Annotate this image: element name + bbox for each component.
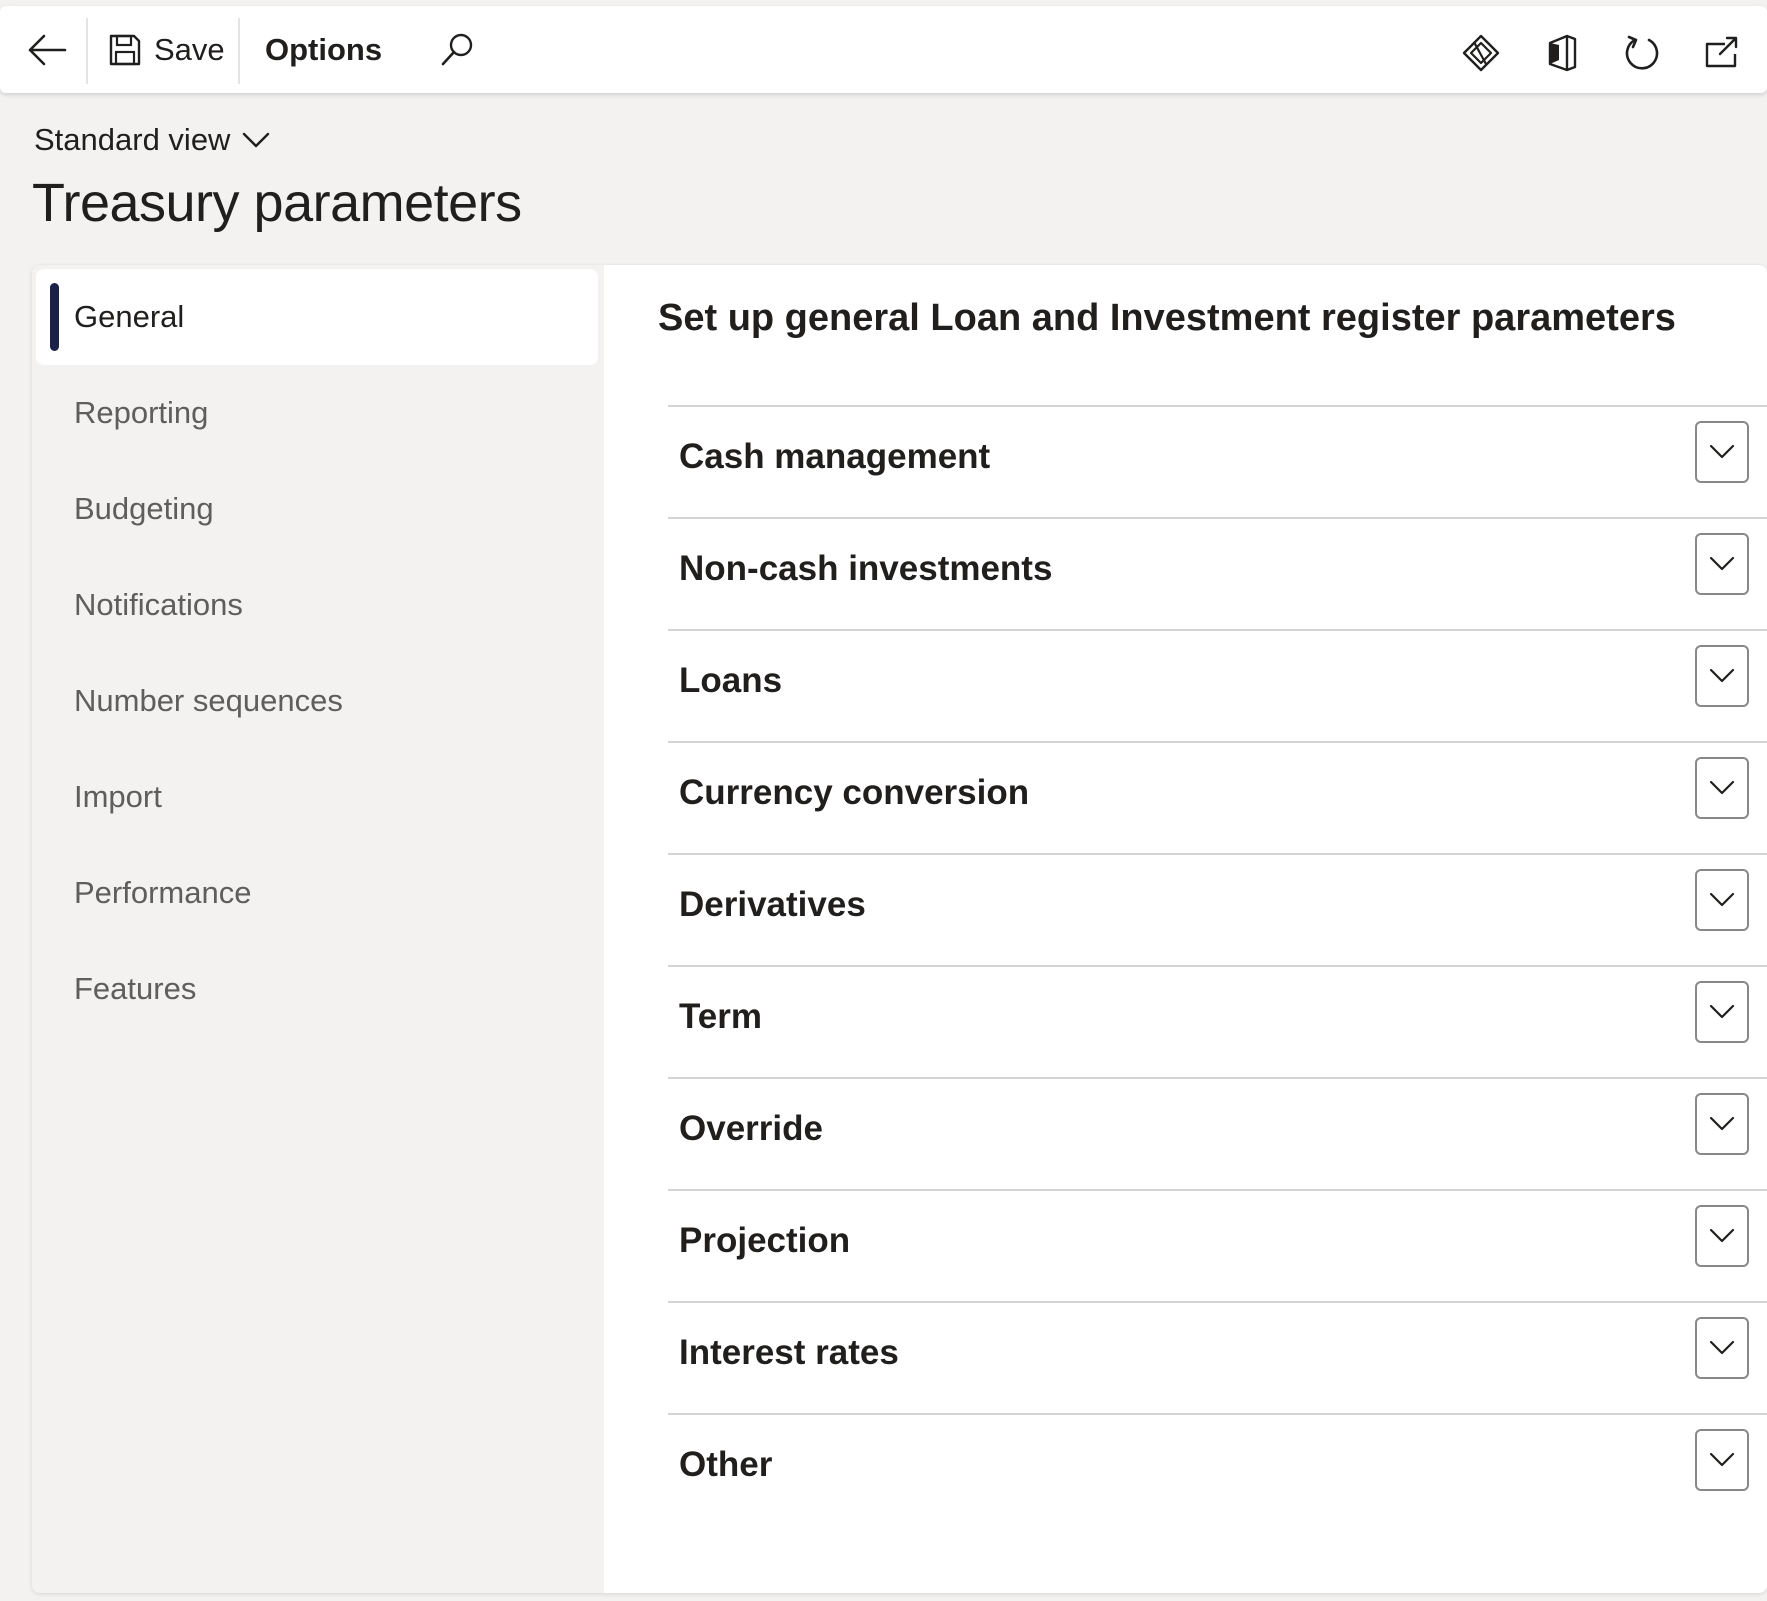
section-label: Term <box>679 997 762 1036</box>
section-label: Override <box>679 1109 823 1148</box>
expand-button[interactable] <box>1695 1429 1749 1491</box>
expand-button[interactable] <box>1695 869 1749 931</box>
chevron-down-icon <box>1709 556 1735 572</box>
section-label: Projection <box>679 1221 851 1260</box>
nav-item-reporting[interactable]: Reporting <box>36 365 598 461</box>
open-in-new-window-icon <box>1703 34 1741 72</box>
nav-item-budgeting[interactable]: Budgeting <box>36 461 598 557</box>
nav-item-label: Number sequences <box>74 683 343 718</box>
section-label: Loans <box>679 661 783 700</box>
options-label: Options <box>265 32 383 67</box>
page-title: Treasury parameters <box>32 173 522 233</box>
nav-item-performance[interactable]: Performance <box>36 845 598 941</box>
section-label: Currency conversion <box>679 773 1030 812</box>
chevron-down-icon <box>1709 668 1735 684</box>
save-icon <box>108 33 142 67</box>
back-arrow-icon <box>27 33 67 67</box>
power-apps-button[interactable] <box>1456 28 1506 78</box>
fasttab-projection[interactable]: Projection <box>668 1189 1767 1302</box>
view-label: Standard view <box>34 122 231 157</box>
chevron-down-icon <box>1709 1004 1735 1020</box>
nav-item-label: Budgeting <box>74 491 214 526</box>
section-label: Interest rates <box>679 1333 899 1372</box>
section-label: Derivatives <box>679 885 866 924</box>
expand-button[interactable] <box>1695 981 1749 1043</box>
nav-item-features[interactable]: Features <box>36 941 598 1037</box>
chevron-down-icon <box>1709 892 1735 908</box>
fasttab-loans[interactable]: Loans <box>668 629 1767 742</box>
fasttab-term[interactable]: Term <box>668 965 1767 1078</box>
chevron-down-icon <box>1709 1340 1735 1356</box>
section-label: Cash management <box>679 437 991 476</box>
chevron-down-icon <box>1709 780 1735 796</box>
expand-button[interactable] <box>1695 757 1749 819</box>
expand-button[interactable] <box>1695 533 1749 595</box>
office-icon <box>1545 34 1579 72</box>
save-label: Save <box>154 32 225 67</box>
nav-item-import[interactable]: Import <box>36 749 598 845</box>
fasttab-cash-management[interactable]: Cash management <box>668 405 1767 518</box>
back-button[interactable] <box>22 24 72 76</box>
expand-button[interactable] <box>1695 421 1749 483</box>
expand-button[interactable] <box>1695 645 1749 707</box>
section-label: Other <box>679 1445 773 1484</box>
view-selector[interactable]: Standard view <box>34 122 270 158</box>
nav-item-label: Features <box>74 971 197 1006</box>
nav-item-label: General <box>74 299 185 334</box>
chevron-down-icon <box>242 131 270 149</box>
selected-indicator <box>50 283 59 351</box>
section-label: Non-cash investments <box>679 549 1053 588</box>
nav-item-label: Reporting <box>74 395 209 430</box>
office-button[interactable] <box>1537 28 1587 78</box>
save-button[interactable]: Save <box>108 24 225 76</box>
expand-button[interactable] <box>1695 1205 1749 1267</box>
expand-button[interactable] <box>1695 1093 1749 1155</box>
fasttab-derivatives[interactable]: Derivatives <box>668 853 1767 966</box>
nav-item-number-sequences[interactable]: Number sequences <box>36 653 598 749</box>
fasttab-non-cash-investments[interactable]: Non-cash investments <box>668 517 1767 630</box>
fasttab-other[interactable]: Other <box>668 1413 1767 1526</box>
refresh-icon <box>1623 34 1661 72</box>
nav-item-notifications[interactable]: Notifications <box>36 557 598 653</box>
search-button[interactable] <box>432 24 482 76</box>
nav-item-label: Import <box>74 779 162 814</box>
open-in-new-window-button[interactable] <box>1697 28 1747 78</box>
fasttab-currency-conversion[interactable]: Currency conversion <box>668 741 1767 854</box>
nav-item-label: Notifications <box>74 587 243 622</box>
nav-item-label: Performance <box>74 875 252 910</box>
options-button[interactable]: Options <box>265 24 382 76</box>
fasttab-override[interactable]: Override <box>668 1077 1767 1190</box>
fasttab-interest-rates[interactable]: Interest rates <box>668 1301 1767 1414</box>
main-panel: General Reporting Budgeting Notification… <box>32 265 1767 1593</box>
search-icon <box>439 32 475 68</box>
content-panel: Set up general Loan and Investment regis… <box>604 265 1767 1593</box>
toolbar-divider <box>86 18 88 84</box>
nav-item-general[interactable]: General <box>36 269 598 365</box>
expand-button[interactable] <box>1695 1317 1749 1379</box>
chevron-down-icon <box>1709 444 1735 460</box>
vertical-tab-nav: General Reporting Budgeting Notification… <box>32 265 602 1593</box>
command-bar: Save Options <box>0 6 1767 93</box>
toolbar-divider <box>238 18 240 84</box>
power-apps-icon <box>1462 34 1500 72</box>
refresh-button[interactable] <box>1617 28 1667 78</box>
chevron-down-icon <box>1709 1228 1735 1244</box>
content-heading: Set up general Loan and Investment regis… <box>658 297 1676 339</box>
chevron-down-icon <box>1709 1452 1735 1468</box>
chevron-down-icon <box>1709 1116 1735 1132</box>
